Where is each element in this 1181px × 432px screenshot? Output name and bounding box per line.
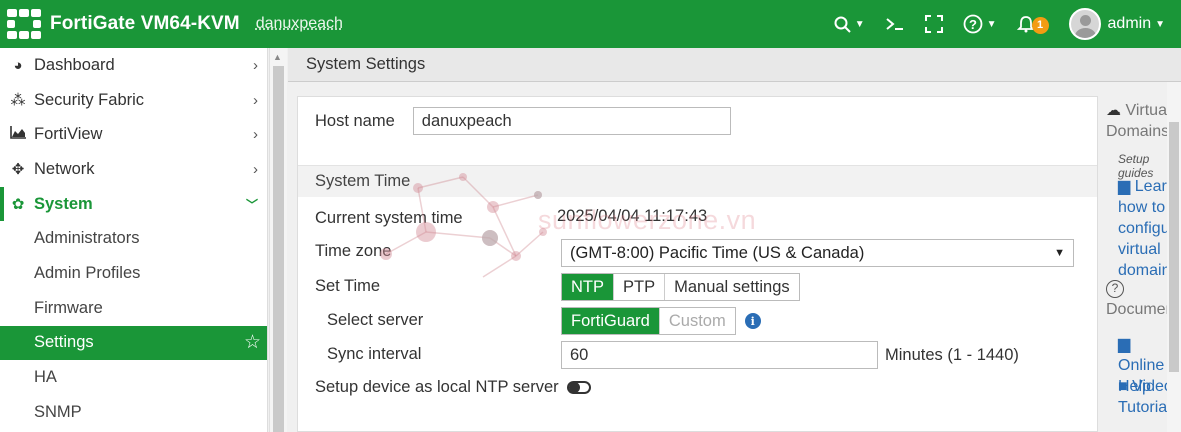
chevron-down-icon: ﹀ xyxy=(245,197,258,212)
sidebar: ◕ Dashboard › ⁂ Security Fabric › FortiV… xyxy=(0,48,268,432)
user-menu[interactable]: admin ▼ xyxy=(1059,0,1175,48)
sidebar-item-label: Dashboard xyxy=(34,55,115,74)
time-zone-value: (GMT-8:00) Pacific Time (US & Canada) xyxy=(570,243,865,262)
main-content: Host name danuxpeach System Time Current… xyxy=(288,82,1181,432)
sidebar-item-label: FortiView xyxy=(34,125,103,144)
fortinet-logo-icon[interactable] xyxy=(7,9,41,39)
network-icon: ✥ xyxy=(11,161,25,179)
cloud-icon: ☁ xyxy=(1106,102,1121,119)
sidebar-item-security-fabric[interactable]: ⁂ Security Fabric › xyxy=(0,83,267,118)
sync-interval-input[interactable]: 60 xyxy=(561,341,878,369)
terminal-icon xyxy=(885,18,903,30)
sidebar-item-ha[interactable]: HA xyxy=(0,360,267,395)
host-name-label: Host name xyxy=(315,111,395,130)
sidebar-item-admin-profiles[interactable]: Admin Profiles xyxy=(0,256,267,291)
host-name-input[interactable]: danuxpeach xyxy=(412,107,731,135)
search-button[interactable]: ▼ xyxy=(824,0,875,48)
info-icon[interactable]: i xyxy=(744,313,761,329)
book-icon: ▆ xyxy=(1118,178,1131,195)
server-toggle: FortiGuard Custom xyxy=(561,307,736,335)
chevron-down-icon: ▼ xyxy=(986,18,997,30)
chevron-down-icon: ▼ xyxy=(1155,18,1165,30)
fortiview-icon xyxy=(8,126,28,143)
ntp-server-toggle[interactable] xyxy=(566,381,591,394)
set-time-manual-button[interactable]: Manual settings xyxy=(665,274,799,300)
notifications-button[interactable]: 1 xyxy=(1007,0,1059,48)
sidebar-item-label: Settings xyxy=(34,333,94,352)
set-time-ntp-button[interactable]: NTP xyxy=(562,274,614,300)
select-server-label: Select server xyxy=(327,311,424,329)
fullscreen-button[interactable] xyxy=(915,0,953,48)
sidebar-item-snmp[interactable]: SNMP xyxy=(0,395,267,430)
sync-interval-unit: Minutes (1 - 1440) xyxy=(885,345,1019,364)
sidebar-item-system[interactable]: ✿ System ﹀ xyxy=(0,186,267,222)
sidebar-item-network[interactable]: ✥ Network › xyxy=(0,152,267,187)
notification-badge: 1 xyxy=(1031,16,1049,34)
video-icon: ■ xyxy=(1118,378,1128,395)
settings-panel: Host name danuxpeach System Time Current… xyxy=(297,96,1098,432)
sidebar-item-settings[interactable]: Settings ☆ xyxy=(0,325,267,361)
help-button[interactable]: ? ▼ xyxy=(953,0,1007,48)
sidebar-item-dashboard[interactable]: ◕ Dashboard › xyxy=(0,48,267,83)
scroll-up-icon[interactable]: ▲ xyxy=(273,52,282,62)
virtual-domains-heading: ☁ Virtual Domains xyxy=(1106,102,1167,140)
sidebar-item-label: System xyxy=(34,194,93,213)
right-scrollbar[interactable] xyxy=(1167,82,1181,432)
scrollbar-thumb[interactable] xyxy=(1169,122,1179,372)
set-time-ptp-button[interactable]: PTP xyxy=(614,274,666,300)
svg-text:?: ? xyxy=(969,17,977,32)
time-zone-label: Time zone xyxy=(315,242,392,260)
fullscreen-icon xyxy=(924,15,943,33)
sidebar-item-label: Security Fabric xyxy=(34,90,145,109)
chevron-down-icon: ▼ xyxy=(1054,247,1065,259)
time-zone-select[interactable]: (GMT-8:00) Pacific Time (US & Canada) ▼ xyxy=(561,239,1074,267)
page-title: System Settings xyxy=(288,48,1181,82)
video-tutorials-link[interactable]: ■ Video Tutorials xyxy=(1118,376,1167,418)
help-panel: ☁ Virtual Domains Setup guides ▆ Learn h… xyxy=(1099,82,1167,432)
scrollbar-thumb[interactable] xyxy=(273,66,284,432)
star-icon[interactable]: ☆ xyxy=(244,331,261,354)
gear-icon: ✿ xyxy=(11,196,25,214)
system-time-section: System Time xyxy=(298,165,1097,197)
top-bar: FortiGate VM64-KVM danuxpeach ▼ ? ▼ 1 ad… xyxy=(0,0,1181,48)
sidebar-item-label: Network xyxy=(34,159,95,178)
sidebar-item-administrators[interactable]: Administrators xyxy=(0,221,267,256)
book-icon: ▆ xyxy=(1118,336,1131,353)
current-time-label: Current system time xyxy=(315,209,463,227)
chevron-right-icon: › xyxy=(253,91,258,109)
set-time-label: Set Time xyxy=(315,277,381,295)
avatar xyxy=(1068,8,1101,40)
chevron-right-icon: › xyxy=(253,56,258,74)
security-fabric-icon: ⁂ xyxy=(10,92,26,110)
sidebar-item-firmware[interactable]: Firmware xyxy=(0,291,267,326)
chevron-right-icon: › xyxy=(253,126,258,144)
ntp-server-label: Setup device as local NTP server xyxy=(315,378,559,396)
chevron-down-icon: ▼ xyxy=(854,18,865,30)
help-icon: ? xyxy=(1106,280,1124,298)
set-time-toggle: NTP PTP Manual settings xyxy=(561,273,800,301)
sync-interval-label: Sync interval xyxy=(327,345,422,363)
server-fortiguard-button[interactable]: FortiGuard xyxy=(562,308,660,334)
hostname-link[interactable]: danuxpeach xyxy=(256,15,343,33)
documentation-heading: ? Documentation xyxy=(1106,280,1167,318)
learn-vdom-link[interactable]: ▆ Learn how to configure virtual domains xyxy=(1118,176,1167,281)
dashboard-icon: ◕ xyxy=(13,56,23,74)
server-custom-button[interactable]: Custom xyxy=(660,308,735,334)
sidebar-scrollbar[interactable]: ▲ xyxy=(269,48,287,432)
user-name: admin xyxy=(1107,15,1152,32)
current-time-value: 2025/04/04 11:17:43 xyxy=(557,207,708,225)
app-title: FortiGate VM64-KVM xyxy=(50,13,240,34)
chevron-right-icon: › xyxy=(253,160,258,178)
sidebar-item-fortiview[interactable]: FortiView › xyxy=(0,117,267,152)
search-icon xyxy=(834,16,851,33)
cli-console-button[interactable] xyxy=(875,0,915,48)
help-icon: ? xyxy=(963,14,983,34)
